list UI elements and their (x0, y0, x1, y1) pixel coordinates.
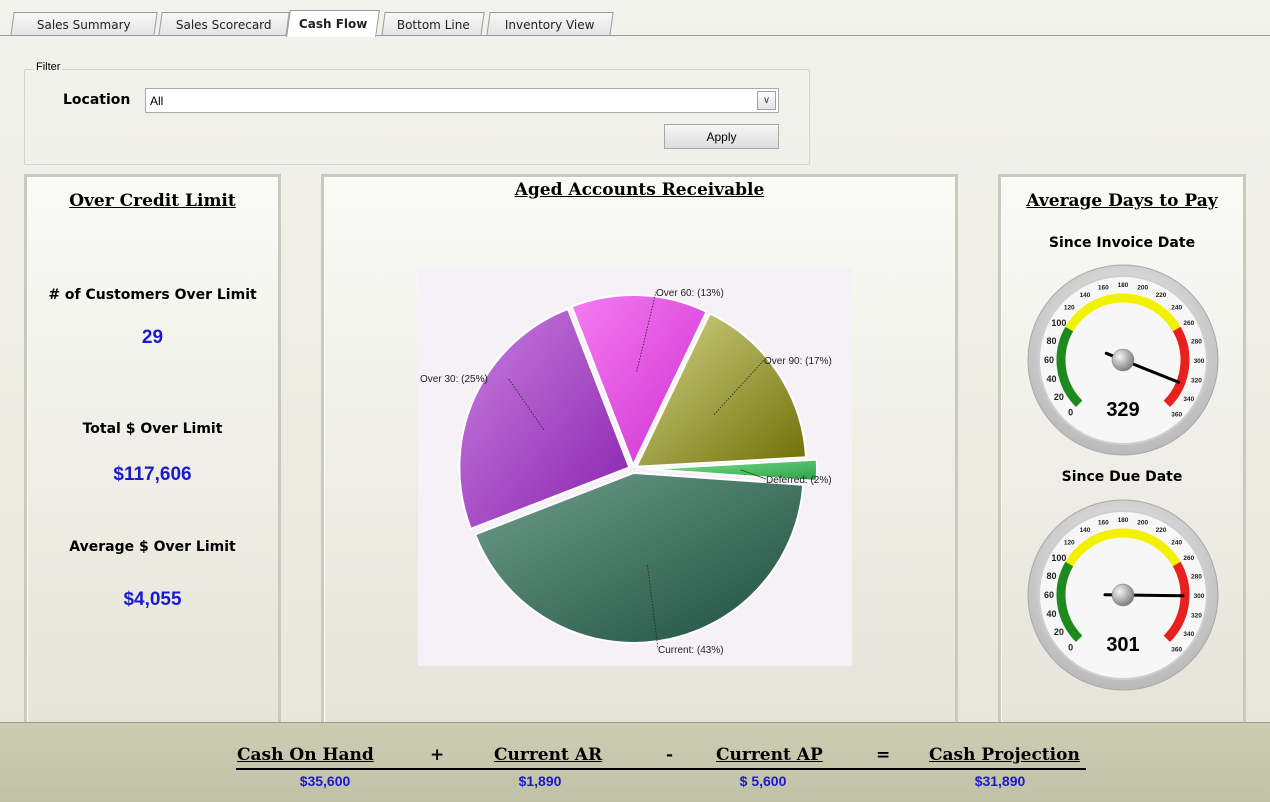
gauge-tick-label: 0 (1068, 642, 1073, 652)
gauge-tick-label: 100 (1051, 553, 1066, 563)
gauge-knob (1111, 348, 1135, 372)
pie-label-over-90: Over 90: (17%) (764, 356, 832, 367)
gauge-tick-label: 20 (1054, 627, 1064, 637)
gauge-tick-label: 140 (1080, 527, 1091, 534)
cash-projection-label: Cash Projection (929, 745, 1080, 765)
average-over-limit-value: $4,055 (123, 589, 182, 610)
since-due-date-label: Since Due Date (1061, 469, 1183, 485)
gauge-tick-label: 360 (1171, 647, 1182, 654)
gauge-value: 301 (1106, 634, 1139, 656)
cash-projection-value: $31,890 (974, 773, 1026, 789)
gauge-tick-label: 40 (1047, 609, 1057, 619)
gauge-tick-label: 320 (1191, 378, 1202, 385)
panel-title: Average Days to Pay (1026, 191, 1218, 211)
tab-label: Sales Scorecard (176, 17, 272, 32)
gauge-tick-label: 220 (1156, 292, 1167, 299)
gauge-tick-label: 280 (1191, 573, 1202, 580)
gauge-tick-label: 60 (1044, 355, 1054, 365)
gauge-value: 329 (1106, 399, 1139, 421)
current-ap-value: $ 5,600 (739, 773, 787, 789)
current-ar-label: Current AR (494, 745, 603, 765)
tab-divider (0, 35, 1270, 36)
tab-label: Inventory View (505, 17, 595, 32)
pie-label-over-30: Over 30: (25%) (420, 374, 488, 385)
gauge-tick-label: 100 (1051, 318, 1066, 328)
tab-bar: Sales Summary Sales Scorecard Cash Flow … (0, 0, 1270, 37)
gauge-tick-label: 60 (1044, 590, 1054, 600)
gauge-tick-label: 260 (1183, 555, 1194, 562)
tab-sales-scorecard[interactable]: Sales Scorecard (158, 12, 290, 36)
current-ar-value: $1,890 (518, 773, 562, 789)
since-invoice-date-label: Since Invoice Date (1048, 235, 1196, 251)
pie-label-current: Current: (43%) (658, 645, 724, 656)
minus-operator: - (666, 745, 674, 765)
gauge-tick-label: 180 (1118, 282, 1129, 289)
average-over-limit-label: Average $ Over Limit (69, 539, 236, 555)
gauge-tick-label: 220 (1156, 527, 1167, 534)
gauge-tick-label: 280 (1191, 338, 1202, 345)
gauge-tick-label: 240 (1171, 304, 1182, 311)
tab-bottom-line[interactable]: Bottom Line (381, 12, 485, 36)
customers-over-limit-label: # of Customers Over Limit (48, 287, 257, 303)
gauge-tick-label: 180 (1118, 517, 1129, 524)
cash-projection-bar: Cash On Hand + Current AR - Current AP =… (0, 722, 1270, 802)
current-ap-label: Current AP (716, 745, 823, 765)
filter-legend: Filter (34, 61, 63, 73)
customers-over-limit-value: 29 (141, 327, 164, 348)
tab-label: Cash Flow (298, 17, 368, 31)
equals-operator: = (876, 745, 891, 765)
due-days-gauge: 0 20 40 60 80 100 120 140 160 180 200 220 240 260 280 3… (1027, 499, 1219, 691)
gauge-tick-label: 80 (1047, 571, 1057, 581)
gauge-tick-label: 160 (1098, 285, 1109, 292)
panel-title: Over Credit Limit (69, 191, 236, 211)
tab-cash-flow[interactable]: Cash Flow (286, 10, 380, 37)
total-over-limit-label: Total $ Over Limit (82, 421, 223, 437)
gauge-tick-label: 20 (1054, 392, 1064, 402)
gauge-tick-label: 200 (1137, 285, 1148, 292)
gauge-tick-label: 240 (1171, 539, 1182, 546)
gauge-tick-label: 120 (1064, 539, 1075, 546)
total-over-limit-value: $117,606 (113, 464, 192, 485)
gauge-tick-label: 360 (1171, 412, 1182, 419)
over-credit-limit-panel: Over Credit Limit # of Customers Over Li… (24, 174, 281, 726)
apply-button[interactable]: Apply (664, 124, 779, 149)
gauge-tick-label: 260 (1183, 320, 1194, 327)
tab-sales-summary[interactable]: Sales Summary (10, 12, 158, 36)
location-value: All (150, 94, 164, 108)
gauge-tick-label: 0 (1068, 407, 1073, 417)
tab-inventory-view[interactable]: Inventory View (486, 12, 614, 36)
gauge-tick-label: 40 (1047, 374, 1057, 384)
tab-label: Sales Summary (37, 17, 131, 32)
tab-label: Bottom Line (396, 17, 470, 32)
gauge-tick-label: 300 (1194, 358, 1205, 365)
location-select[interactable]: All ∨ (145, 88, 779, 113)
pie-label-deferred: Deferred: (2%) (766, 475, 832, 486)
gauge-tick-label: 340 (1183, 396, 1194, 403)
aged-ar-panel: Aged Accounts Receivable Current: (43%) O… (321, 174, 958, 726)
cash-on-hand-value: $35,600 (299, 773, 351, 789)
panel-title: Aged Accounts Receivable (514, 180, 765, 200)
gauge-tick-label: 340 (1183, 631, 1194, 638)
location-label: Location (63, 92, 131, 108)
gauge-tick-label: 160 (1098, 520, 1109, 527)
average-days-to-pay-panel: Average Days to Pay Since Invoice Date 0… (998, 174, 1246, 726)
filter-group (24, 69, 810, 165)
gauge-tick-label: 300 (1194, 593, 1205, 600)
gauge-tick-label: 140 (1080, 292, 1091, 299)
cash-on-hand-label: Cash On Hand (237, 745, 374, 765)
plus-operator: + (430, 745, 445, 765)
gauge-tick-label: 200 (1137, 520, 1148, 527)
gauge-tick-label: 80 (1047, 336, 1057, 346)
gauge-tick-label: 120 (1064, 304, 1075, 311)
gauge-knob (1111, 583, 1135, 607)
summary-underline (236, 768, 1086, 770)
gauge-tick-label: 320 (1191, 613, 1202, 620)
aged-ar-pie-chart: Current: (43%) Over 30: (25%) Over 60: (13… (418, 269, 852, 666)
pie-label-over-60: Over 60: (13%) (656, 288, 724, 299)
chevron-down-icon[interactable]: ∨ (757, 91, 776, 110)
invoice-days-gauge: 0 20 40 60 80 100 120 140 160 180 200 220 240 260 280 3… (1027, 264, 1219, 456)
